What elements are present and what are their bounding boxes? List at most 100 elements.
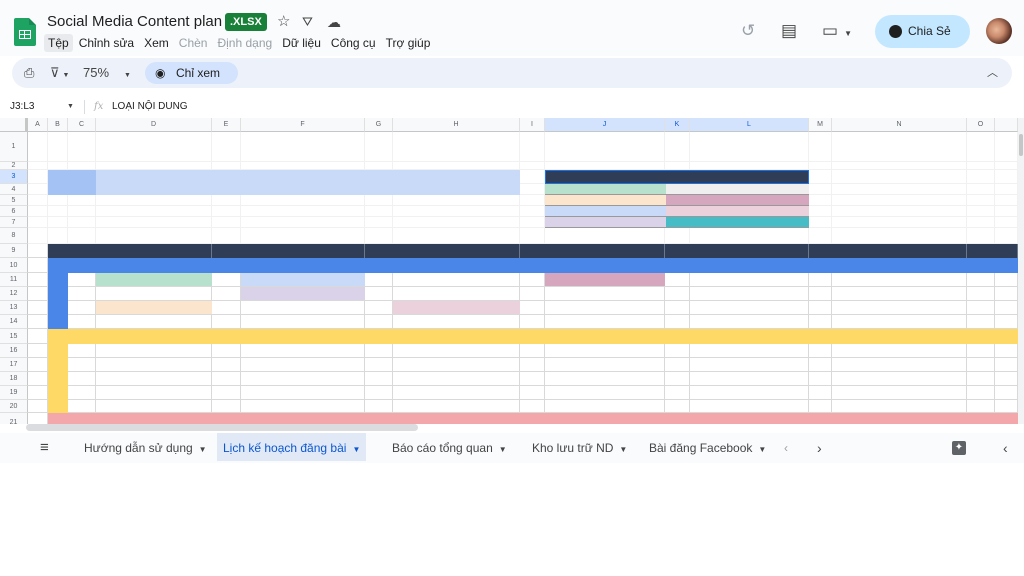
grid-cell[interactable] (690, 315, 809, 329)
grid-cell[interactable] (28, 372, 48, 386)
grid-cell[interactable] (241, 228, 365, 244)
grid-cell[interactable] (68, 206, 96, 217)
row-header[interactable]: 2 (0, 162, 28, 170)
column-header[interactable]: H (393, 118, 520, 132)
grid-cell[interactable] (96, 195, 212, 206)
grid-cell[interactable] (28, 170, 48, 184)
grid-cell[interactable] (809, 195, 832, 206)
grid-cell[interactable] (520, 400, 545, 413)
grid-cell[interactable] (809, 287, 832, 301)
version-history-icon[interactable]: ↺ (741, 22, 755, 40)
grid-cell[interactable] (809, 315, 832, 329)
grid-cell[interactable] (995, 372, 1018, 386)
row-header[interactable]: 8 (0, 228, 28, 244)
filter-icon[interactable]: ⊽ ▼ (50, 63, 69, 86)
grid-cell[interactable] (665, 386, 690, 400)
grid-cell[interactable] (520, 206, 545, 217)
row-header[interactable]: 13 (0, 301, 28, 315)
row-header[interactable]: 14 (0, 315, 28, 329)
column-header[interactable]: K (665, 118, 690, 132)
grid-cell[interactable] (665, 162, 690, 170)
horizontal-scroll-thumb[interactable] (26, 424, 418, 431)
grid-cell[interactable] (967, 372, 995, 386)
row-header[interactable]: 16 (0, 344, 28, 358)
grid-cell[interactable] (832, 301, 967, 315)
grid-cell[interactable] (520, 273, 545, 287)
grid-cell[interactable] (690, 287, 809, 301)
grid-cell[interactable] (690, 386, 809, 400)
grid-cell[interactable] (520, 195, 545, 206)
grid-cell[interactable] (967, 217, 995, 228)
grid-cell[interactable] (212, 358, 241, 372)
grid-cell[interactable] (809, 386, 832, 400)
grid-cell[interactable] (690, 228, 809, 244)
row-header[interactable]: 12 (0, 287, 28, 301)
menu-format[interactable]: Định dạng (213, 34, 276, 52)
grid-cell[interactable] (832, 170, 967, 184)
grid-cell[interactable] (212, 132, 241, 162)
grid-cell[interactable] (28, 413, 48, 424)
column-header[interactable]: I (520, 118, 545, 132)
grid-cell[interactable] (809, 217, 832, 228)
grid-cell[interactable] (967, 273, 995, 287)
sheet-tab[interactable]: Báo cáo tổng quan ▼ (386, 433, 513, 461)
grid-cell[interactable] (393, 400, 520, 413)
grid-cell[interactable] (520, 217, 545, 228)
grid-cell[interactable] (96, 386, 212, 400)
grid-cell[interactable] (96, 206, 212, 217)
grid-cell[interactable] (393, 315, 520, 329)
grid-cell[interactable] (665, 358, 690, 372)
grid-cell[interactable] (28, 258, 48, 273)
row-header[interactable]: 15 (0, 329, 28, 344)
grid-cell[interactable] (96, 372, 212, 386)
column-header[interactable] (995, 118, 1018, 132)
grid-cell[interactable] (520, 162, 545, 170)
grid-cell[interactable] (68, 301, 96, 315)
row-header[interactable]: 1 (0, 132, 28, 162)
grid-cell[interactable] (68, 273, 96, 287)
grid-cell[interactable] (212, 287, 241, 301)
grid-cell[interactable] (28, 195, 48, 206)
grid-cell[interactable] (665, 372, 690, 386)
grid-cell[interactable] (995, 228, 1018, 244)
grid-cell[interactable] (393, 372, 520, 386)
grid-cell[interactable] (393, 358, 520, 372)
grid-cell[interactable] (68, 400, 96, 413)
grid-cell[interactable] (995, 162, 1018, 170)
grid-cell[interactable] (665, 301, 690, 315)
print-icon[interactable]: ⎙ (24, 63, 34, 83)
grid-cell[interactable] (212, 315, 241, 329)
grid-cell[interactable] (212, 217, 241, 228)
explore-icon[interactable]: ✦ (952, 441, 966, 455)
grid-cell[interactable] (241, 132, 365, 162)
sheet-tab[interactable]: Bài đăng Facebook ▼ (643, 433, 772, 461)
grid-cell[interactable] (393, 195, 520, 206)
grid-cell[interactable] (241, 386, 365, 400)
grid-cell[interactable] (365, 195, 393, 206)
grid-cell[interactable] (212, 195, 241, 206)
grid-cell[interactable] (809, 400, 832, 413)
grid-cell[interactable] (832, 344, 967, 358)
grid-cell[interactable] (68, 228, 96, 244)
grid-cell[interactable] (995, 184, 1018, 195)
grid-cell[interactable] (393, 162, 520, 170)
row-header[interactable]: 5 (0, 195, 28, 206)
grid-cell[interactable] (809, 344, 832, 358)
grid-cell[interactable] (365, 315, 393, 329)
cloud-status-icon[interactable]: ☁ (327, 13, 341, 31)
grid-cell[interactable] (690, 358, 809, 372)
grid-cell[interactable] (967, 287, 995, 301)
grid-cell[interactable] (212, 162, 241, 170)
grid-cell[interactable] (393, 206, 520, 217)
column-header[interactable]: B (48, 118, 68, 132)
column-header[interactable]: C (68, 118, 96, 132)
grid-cell[interactable] (545, 358, 665, 372)
grid-cell[interactable] (365, 386, 393, 400)
star-icon[interactable]: ☆ (277, 13, 290, 31)
grid-cell[interactable] (28, 217, 48, 228)
grid-cell[interactable] (96, 400, 212, 413)
grid-cell[interactable] (832, 287, 967, 301)
legend-title[interactable] (545, 170, 809, 184)
grid-cell[interactable] (365, 132, 393, 162)
grid-cell[interactable] (28, 206, 48, 217)
